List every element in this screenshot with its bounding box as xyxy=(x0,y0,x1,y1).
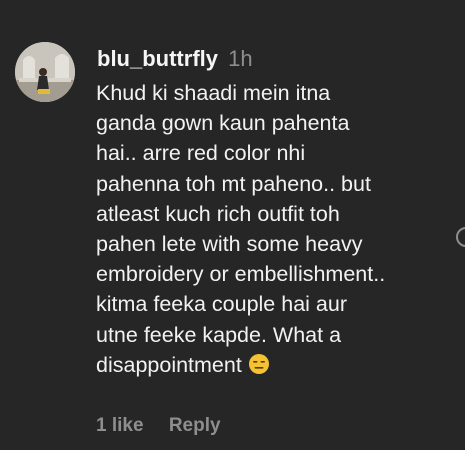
comment-text: Khud ki shaadi mein itna ganda gown kaun… xyxy=(96,78,458,383)
reply-button[interactable]: Reply xyxy=(169,415,221,436)
comment-line: pahenna toh mt paheno.. but xyxy=(96,171,371,196)
comment-line-last: disappointment xyxy=(96,350,458,383)
comment-line: Khud ki shaadi mein itna xyxy=(96,81,331,105)
avatar[interactable] xyxy=(15,42,75,102)
comment: blu_buttrfly 1h Khud ki shaadi mein itna… xyxy=(0,0,465,450)
likes-count[interactable]: 1 like xyxy=(96,415,144,436)
comment-line: hai.. arre red color nhi xyxy=(96,141,306,166)
username[interactable]: blu_buttrfly xyxy=(97,46,218,71)
comment-header: blu_buttrfly 1h xyxy=(97,44,253,74)
comment-actions: 1 like Reply xyxy=(96,412,221,440)
comment-line: kitma feeka couple hai aur xyxy=(96,292,347,317)
comment-line: embroidery or embellishment.. xyxy=(96,262,386,287)
comment-line: ganda gown kaun pahenta xyxy=(96,111,350,136)
expressionless-face-icon xyxy=(248,353,270,383)
comment-line: utne feeke kapde. What a xyxy=(96,322,342,347)
profile-photo-icon xyxy=(15,42,75,102)
comment-line: pahen lete with some heavy xyxy=(96,232,363,257)
comment-line: atleast kuch rich outfit toh xyxy=(96,201,340,226)
timestamp[interactable]: 1h xyxy=(228,46,252,71)
comment-line: disappointment xyxy=(96,352,242,377)
